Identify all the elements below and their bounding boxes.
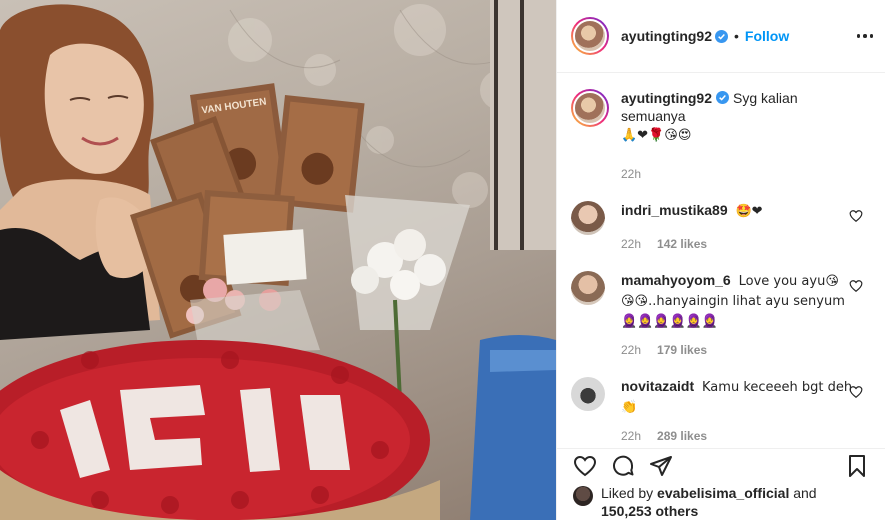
comment-like-heart-icon[interactable] — [849, 385, 863, 399]
post-details-panel: ayutingting92 • Follow ayutingting92 Syg … — [556, 0, 885, 520]
comment-time[interactable]: 22h — [621, 427, 641, 445]
commenter-avatar[interactable] — [571, 271, 605, 305]
comment-item: indri_mustika89 🤩❤ 22h 142 likes — [571, 201, 871, 253]
comment-like-heart-icon[interactable] — [849, 209, 863, 223]
more-options-icon[interactable] — [856, 34, 873, 38]
caption: ayutingting92 Syg kalian semuanya 🙏❤🌹😘😍 2… — [571, 89, 871, 183]
comment-item: novitazaidt Kamu keceeeh bgt deh👏 22h 289… — [571, 377, 871, 445]
post-actions-bar — [557, 448, 885, 482]
post-photo[interactable]: VAN HOUTEN — [0, 0, 556, 520]
comment-time[interactable]: 22h — [621, 341, 641, 359]
commenter-avatar[interactable] — [571, 377, 605, 411]
header-separator: • — [734, 28, 739, 44]
liked-by-and: and — [793, 485, 817, 501]
comment-likes[interactable]: 142 likes — [657, 235, 707, 253]
share-paper-plane-icon[interactable] — [649, 454, 673, 478]
follow-button[interactable]: Follow — [745, 28, 789, 44]
rose-arrangement — [0, 340, 440, 520]
comment-username[interactable]: novitazaidt — [621, 378, 694, 394]
post-image-illustration: VAN HOUTEN — [0, 0, 556, 520]
post-header: ayutingting92 • Follow — [557, 0, 885, 73]
white-bouquet — [345, 195, 470, 401]
verified-badge-icon — [715, 29, 729, 43]
comment-username[interactable]: indri_mustika89 — [621, 202, 728, 218]
caption-username[interactable]: ayutingting92 — [621, 90, 712, 106]
comments-list[interactable]: ayutingting92 Syg kalian semuanya 🙏❤🌹😘😍 2… — [557, 73, 885, 448]
liked-by-summary: Liked by evabelisima_official and 150,25… — [573, 484, 875, 520]
comment-likes[interactable]: 179 likes — [657, 341, 707, 359]
caption-time[interactable]: 22h — [621, 165, 641, 183]
liked-by-prefix: Liked by — [601, 485, 654, 501]
author-username[interactable]: ayutingting92 — [621, 28, 712, 44]
comment-item: mamahyoyom_6 Love you ayu😘 😘😘..hanyaingi… — [571, 271, 871, 359]
comment-text: 🤩❤ — [735, 204, 763, 219]
comment-like-heart-icon[interactable] — [849, 279, 863, 293]
comment-username[interactable]: mamahyoyom_6 — [621, 272, 731, 288]
liked-by-count[interactable]: 150,253 others — [601, 503, 698, 519]
author-avatar[interactable] — [571, 17, 609, 55]
like-heart-icon[interactable] — [573, 454, 597, 478]
liker-avatar[interactable] — [573, 486, 593, 506]
commenter-avatar[interactable] — [571, 201, 605, 235]
liked-by-user[interactable]: evabelisima_official — [657, 485, 789, 501]
comment-bubble-icon[interactable] — [611, 454, 635, 478]
comment-time[interactable]: 22h — [621, 235, 641, 253]
verified-badge-icon — [716, 91, 730, 104]
save-bookmark-icon[interactable] — [845, 454, 869, 478]
caption-emojis: 🙏❤🌹😘😍 — [621, 128, 692, 143]
caption-avatar[interactable] — [571, 89, 609, 127]
comment-likes[interactable]: 289 likes — [657, 427, 707, 445]
